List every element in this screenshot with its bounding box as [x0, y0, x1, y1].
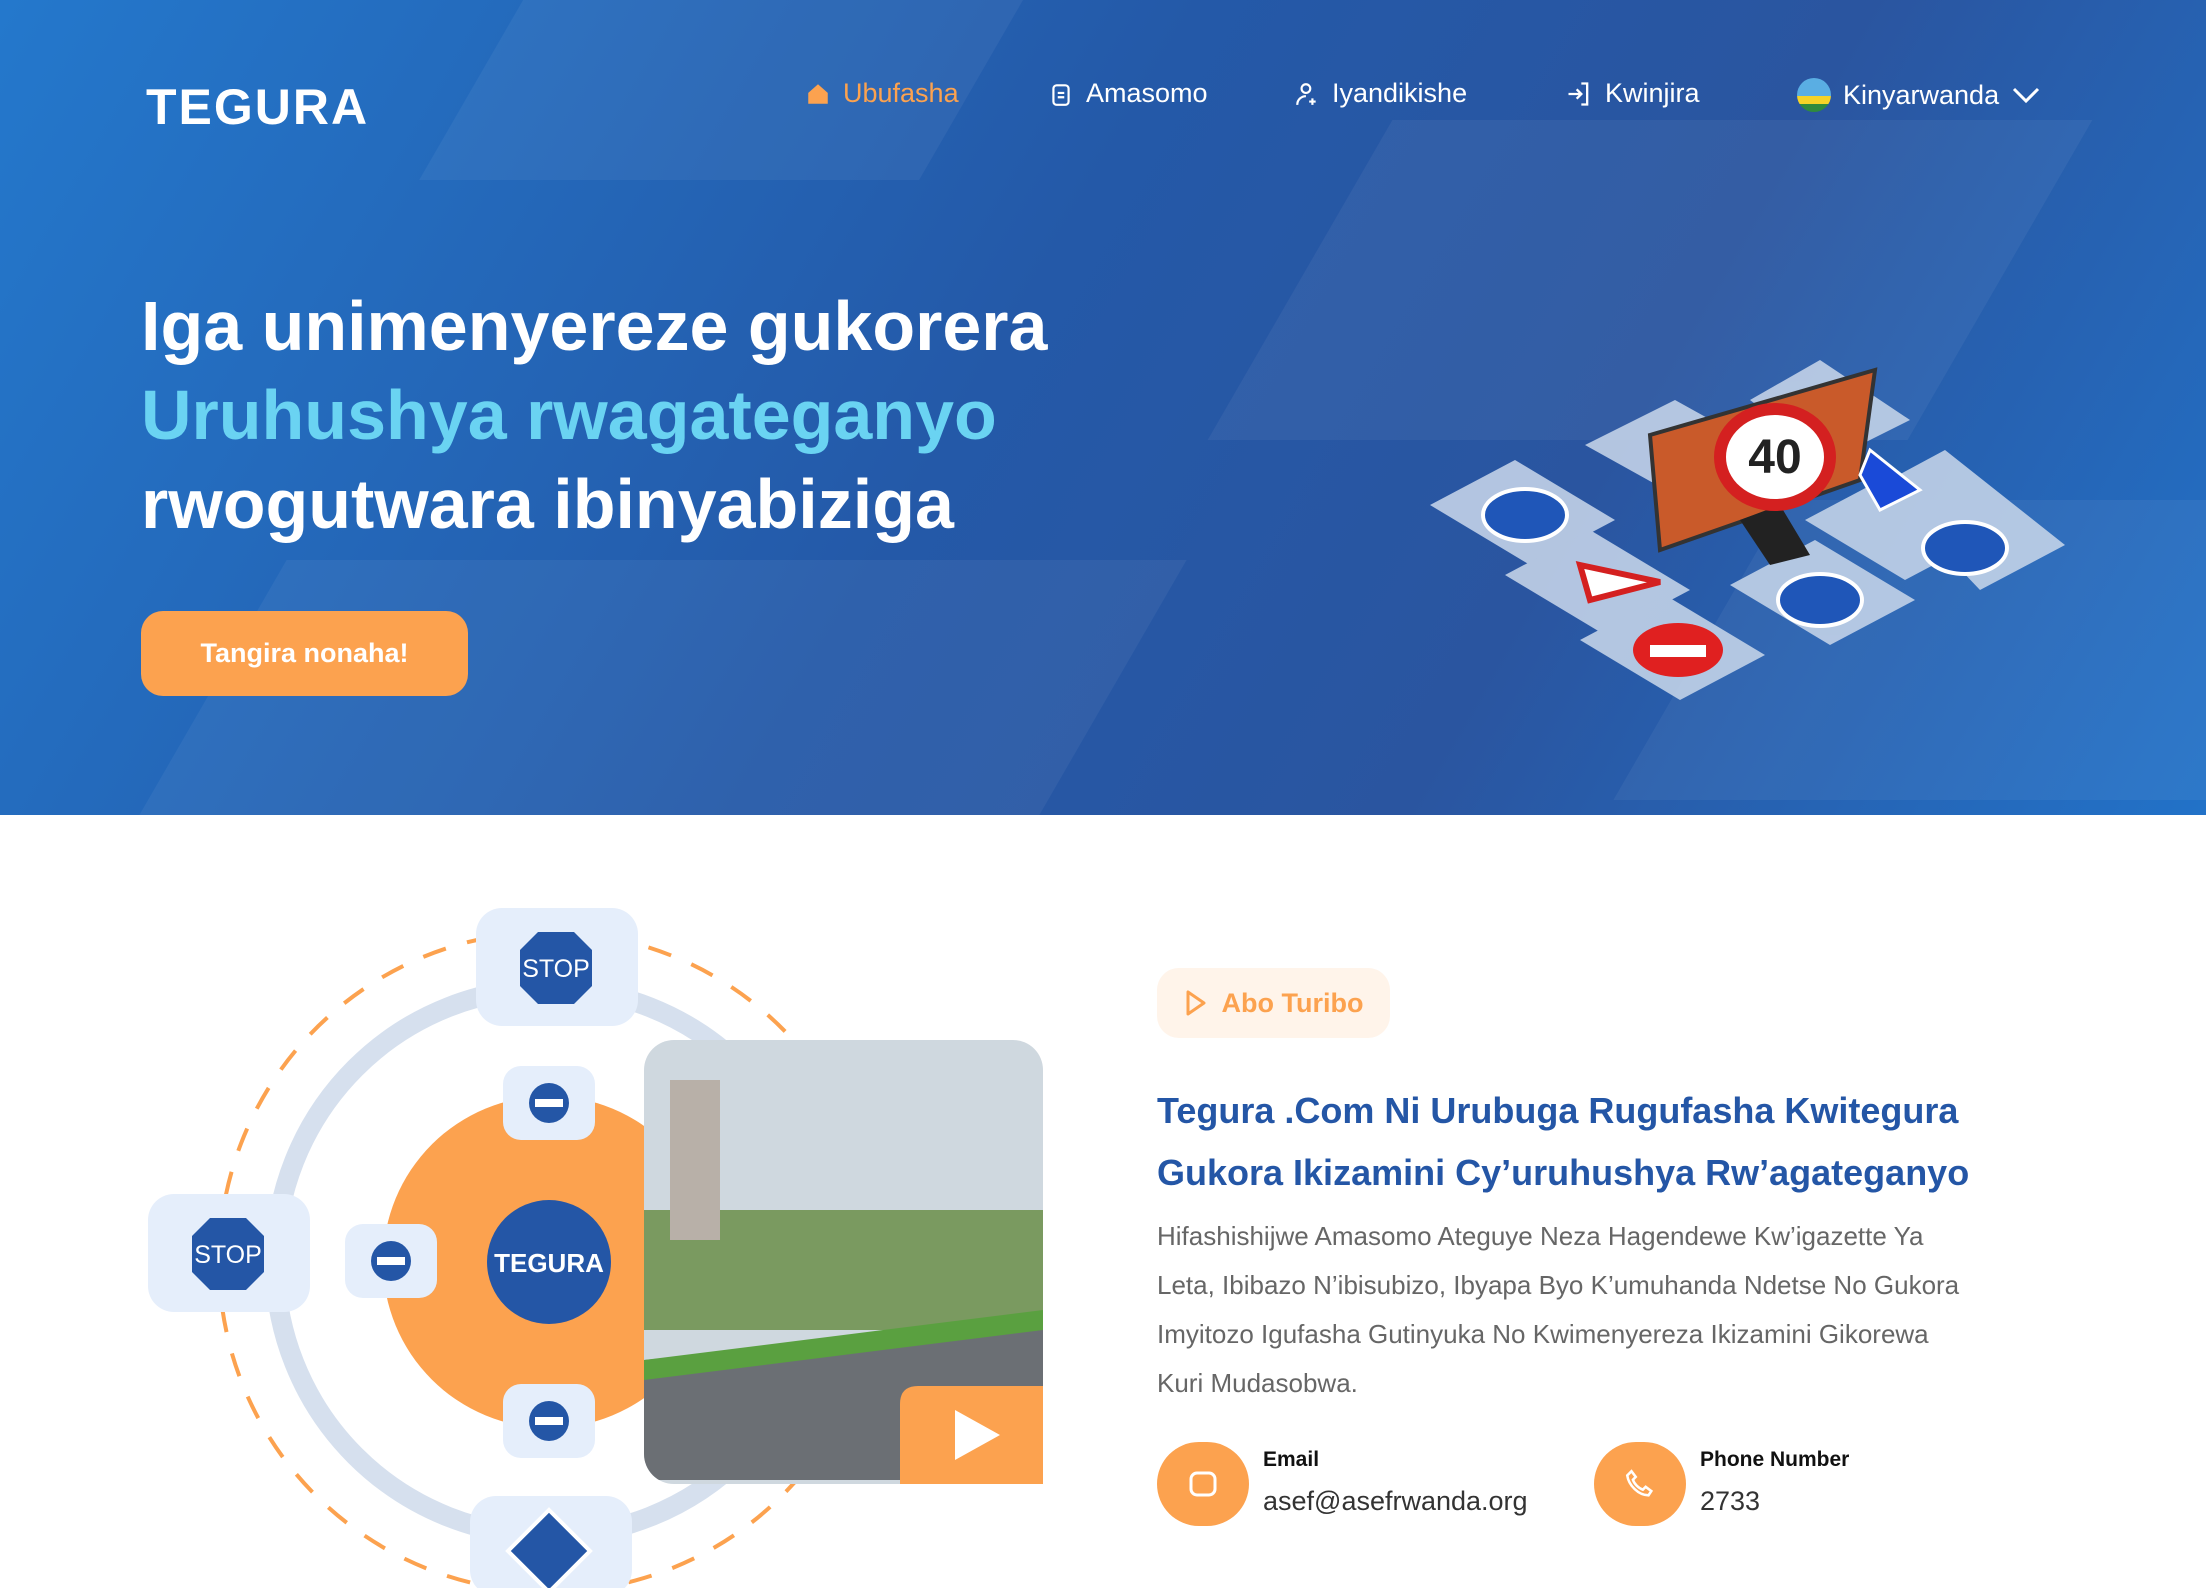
- hero-headline: Iga unimenyereze gukorera Uruhushya rwag…: [141, 282, 1047, 549]
- nav-label: Amasomo: [1086, 78, 1208, 108]
- road-signs-illustration: 40: [1430, 360, 2065, 700]
- about-illustration: TEGURA STOP STOP: [148, 908, 1043, 1588]
- nav-label: Ubufasha: [843, 78, 959, 108]
- login-icon: [1568, 81, 1589, 106]
- nav-kwinjira[interactable]: Kwinjira: [1565, 78, 1700, 109]
- about-badge: Abo Turibo: [1157, 968, 1390, 1038]
- email-value[interactable]: asef@asefrwanda.org: [1263, 1486, 1528, 1517]
- language-label: Kinyarwanda: [1843, 79, 2000, 110]
- contact-email: Email asef@asefrwanda.org: [1157, 1442, 1528, 1526]
- nav-label: Kwinjira: [1605, 78, 1700, 108]
- language-selector[interactable]: Kinyarwanda: [1797, 78, 2041, 112]
- clipboard-icon: [1052, 83, 1070, 106]
- speed-limit-text: 40: [1748, 431, 1801, 484]
- play-outline-icon: [1186, 990, 1206, 1016]
- phone-label: Phone Number: [1700, 1448, 1850, 1471]
- email-label: Email: [1263, 1448, 1320, 1471]
- home-icon: [808, 83, 828, 104]
- headline-accent: Uruhushya rwagateganyo: [141, 376, 997, 454]
- headline-line: rwogutwara ibinyabiziga: [141, 465, 954, 543]
- stop-sign-text: STOP: [522, 955, 590, 983]
- about-title: Tegura .Com Ni Urubuga Rugufasha Kwitegu…: [1157, 1090, 1970, 1193]
- phone-icon: [1594, 1442, 1686, 1526]
- chevron-down-icon: [2013, 87, 2040, 104]
- contact-phone: Phone Number 2733: [1594, 1442, 1849, 1526]
- stop-sign-text: STOP: [194, 1241, 262, 1269]
- get-started-button[interactable]: Tangira nonaha!: [141, 611, 468, 696]
- play-button[interactable]: [900, 1386, 1043, 1484]
- rwanda-flag-icon: [1797, 78, 1831, 112]
- headline-line: Iga unimenyereze gukorera: [141, 287, 1048, 365]
- user-add-icon: [1296, 82, 1316, 105]
- nav-ubufasha[interactable]: Ubufasha: [805, 78, 959, 109]
- nav-amasomo[interactable]: Amasomo: [1048, 78, 1208, 109]
- badge-label: Abo Turibo: [1221, 987, 1364, 1018]
- center-logo: TEGURA: [494, 1248, 604, 1278]
- email-icon: [1157, 1442, 1249, 1526]
- logo[interactable]: TEGURA: [146, 78, 369, 136]
- about-paragraph: Hifashishijwe Amasomo Ateguye Neza Hagen…: [1157, 1221, 1960, 1398]
- hero-section: TEGURA Ubufasha Amasomo Iyandikishe Kwin…: [0, 0, 2206, 815]
- phone-value[interactable]: 2733: [1700, 1486, 1849, 1517]
- nav-label: Iyandikishe: [1332, 78, 1468, 108]
- nav-iyandikishe[interactable]: Iyandikishe: [1294, 78, 1467, 109]
